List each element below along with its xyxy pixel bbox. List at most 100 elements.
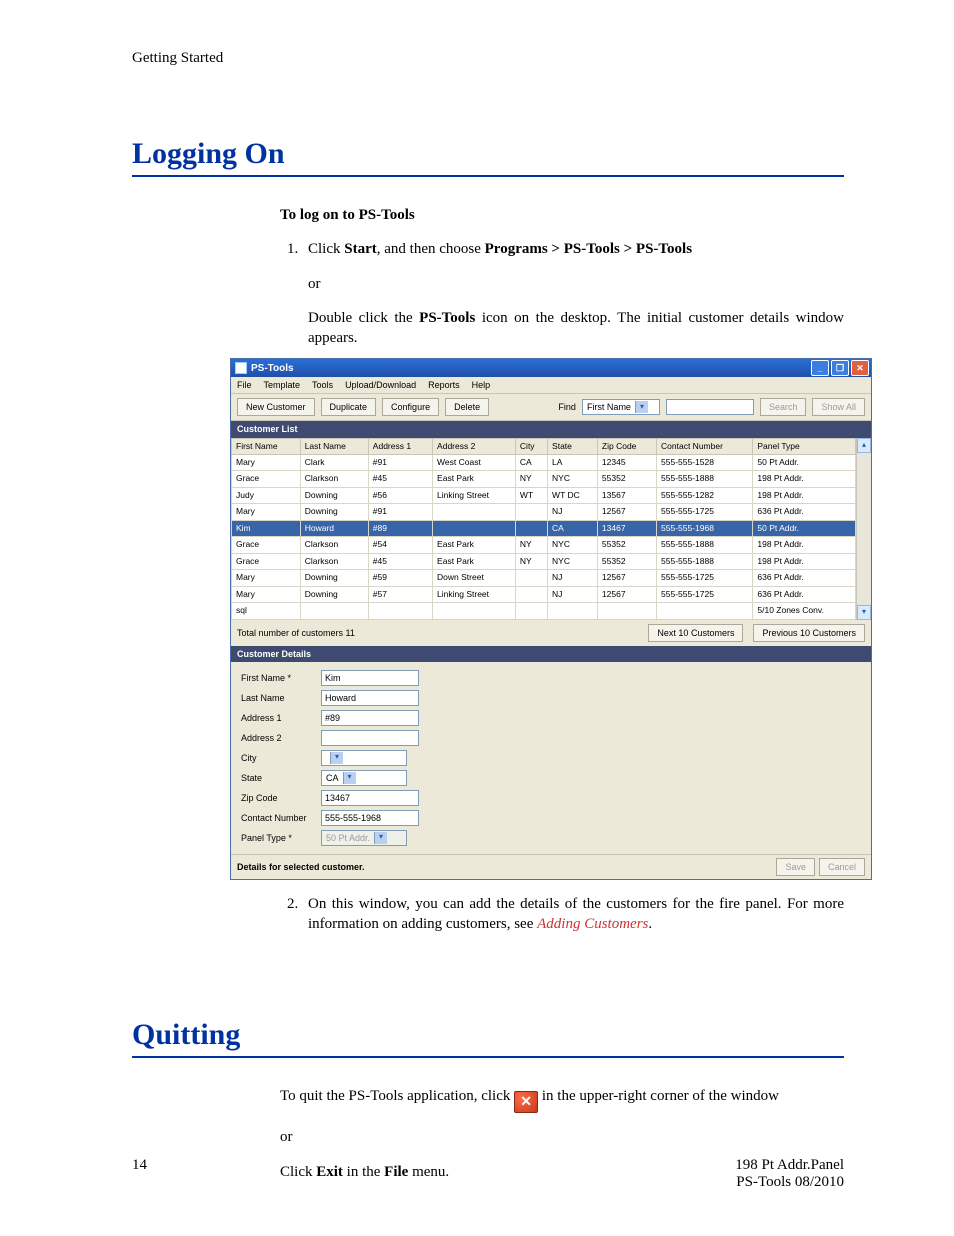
table-cell: Kim xyxy=(232,520,301,536)
table-row[interactable]: MaryDowning#59Down StreetNJ12567555-555-… xyxy=(232,570,856,586)
state-dropdown[interactable]: CA▾ xyxy=(321,770,407,786)
scroll-up-icon[interactable]: ▴ xyxy=(857,438,871,453)
menu-tools[interactable]: Tools xyxy=(312,379,333,391)
configure-button[interactable]: Configure xyxy=(382,398,439,416)
table-cell: Mary xyxy=(232,455,301,471)
table-cell: 12567 xyxy=(597,586,656,602)
panel-type-dropdown[interactable]: 50 Pt Addr.▾ xyxy=(321,830,407,846)
table-cell: 12345 xyxy=(597,455,656,471)
table-cell: Linking Street xyxy=(433,487,516,503)
scrollbar[interactable]: ▴ ▾ xyxy=(856,438,871,620)
table-row[interactable]: sql5/10 Zones Conv. xyxy=(232,603,856,619)
column-header[interactable]: Last Name xyxy=(300,438,368,454)
or: or xyxy=(280,1127,844,1147)
table-cell: #91 xyxy=(368,455,432,471)
contact-number-field[interactable]: 555-555-1968 xyxy=(321,810,419,826)
scroll-down-icon[interactable]: ▾ xyxy=(857,605,871,620)
column-header[interactable]: First Name xyxy=(232,438,301,454)
address1-field[interactable]: #89 xyxy=(321,710,419,726)
table-row[interactable]: GraceClarkson#54East ParkNYNYC55352555-5… xyxy=(232,537,856,553)
table-cell xyxy=(433,504,516,520)
table-cell: 555-555-1725 xyxy=(657,570,753,586)
table-cell: Clarkson xyxy=(300,553,368,569)
table-cell: Downing xyxy=(300,487,368,503)
table-cell: 555-555-1968 xyxy=(657,520,753,536)
menu-template[interactable]: Template xyxy=(264,379,301,391)
table-cell xyxy=(597,603,656,619)
search-button[interactable]: Search xyxy=(760,398,807,416)
menu-file[interactable]: File xyxy=(237,379,252,391)
text: Double click the xyxy=(308,310,419,326)
cancel-button[interactable]: Cancel xyxy=(819,858,865,876)
address2-field[interactable] xyxy=(321,730,419,746)
column-header[interactable]: Address 1 xyxy=(368,438,432,454)
table-cell: Downing xyxy=(300,504,368,520)
prev-customers-button[interactable]: Previous 10 Customers xyxy=(753,624,865,642)
text: PS-Tools xyxy=(419,310,475,326)
table-cell: 555-555-1888 xyxy=(657,553,753,569)
find-field-dropdown[interactable]: First Name ▾ xyxy=(582,399,660,415)
text: in the upper-right corner of the window xyxy=(542,1088,779,1104)
table-cell: Judy xyxy=(232,487,301,503)
show-all-button[interactable]: Show All xyxy=(812,398,865,416)
maximize-icon[interactable]: ❐ xyxy=(831,360,849,376)
minimize-icon[interactable]: _ xyxy=(811,360,829,376)
link-adding-customers[interactable]: Adding Customers xyxy=(537,916,648,932)
table-cell: Howard xyxy=(300,520,368,536)
zip-field[interactable]: 13467 xyxy=(321,790,419,806)
last-name-label: Last Name xyxy=(241,692,321,704)
column-header[interactable]: City xyxy=(515,438,547,454)
table-cell: NYC xyxy=(548,537,598,553)
table-cell xyxy=(515,603,547,619)
next-customers-button[interactable]: Next 10 Customers xyxy=(648,624,743,642)
table-cell: NY xyxy=(515,537,547,553)
table-cell: LA xyxy=(548,455,598,471)
table-cell: Mary xyxy=(232,570,301,586)
table-row[interactable]: KimHoward#89CA13467555-555-196850 Pt Add… xyxy=(232,520,856,536)
table-cell: #45 xyxy=(368,471,432,487)
status-text: Details for selected customer. xyxy=(237,861,365,873)
table-row[interactable]: GraceClarkson#45East ParkNYNYC55352555-5… xyxy=(232,553,856,569)
new-customer-button[interactable]: New Customer xyxy=(237,398,315,416)
table-row[interactable]: MaryDowning#57Linking StreetNJ12567555-5… xyxy=(232,586,856,602)
first-name-field[interactable]: Kim xyxy=(321,670,419,686)
zip-label: Zip Code xyxy=(241,792,321,804)
column-header[interactable]: Contact Number xyxy=(657,438,753,454)
table-cell xyxy=(368,603,432,619)
table-cell: 12567 xyxy=(597,570,656,586)
table-row[interactable]: JudyDowning#56Linking StreetWTWT DC13567… xyxy=(232,487,856,503)
column-header[interactable]: State xyxy=(548,438,598,454)
table-cell: 55352 xyxy=(597,553,656,569)
running-head: Getting Started xyxy=(132,50,844,67)
last-name-field[interactable]: Howard xyxy=(321,690,419,706)
table-row[interactable]: MaryClark#91West CoastCALA12345555-555-1… xyxy=(232,455,856,471)
customer-table: First NameLast NameAddress 1Address 2Cit… xyxy=(231,438,856,620)
table-cell: East Park xyxy=(433,553,516,569)
save-button[interactable]: Save xyxy=(776,858,815,876)
duplicate-button[interactable]: Duplicate xyxy=(321,398,377,416)
menu-help[interactable]: Help xyxy=(472,379,491,391)
table-cell: East Park xyxy=(433,471,516,487)
column-header[interactable]: Address 2 xyxy=(433,438,516,454)
rule xyxy=(132,1056,844,1058)
address2-label: Address 2 xyxy=(241,732,321,744)
table-row[interactable]: GraceClarkson#45East ParkNYNYC55352555-5… xyxy=(232,471,856,487)
delete-button[interactable]: Delete xyxy=(445,398,489,416)
column-header[interactable]: Panel Type xyxy=(753,438,856,454)
table-cell: sql xyxy=(232,603,301,619)
step-2: On this window, you can add the details … xyxy=(302,894,844,935)
scroll-track[interactable] xyxy=(857,453,871,605)
city-dropdown[interactable]: ▾ xyxy=(321,750,407,766)
table-row[interactable]: MaryDowning#91NJ12567555-555-1725636 Pt … xyxy=(232,504,856,520)
table-cell: Clarkson xyxy=(300,471,368,487)
text: Programs > PS-Tools > PS-Tools xyxy=(485,241,692,257)
table-cell: NYC xyxy=(548,553,598,569)
close-icon[interactable]: ✕ xyxy=(851,360,869,376)
column-header[interactable]: Zip Code xyxy=(597,438,656,454)
titlebar: PS-Tools _ ❐ ✕ xyxy=(231,359,871,377)
table-cell: NY xyxy=(515,553,547,569)
menu-reports[interactable]: Reports xyxy=(428,379,460,391)
menu-upload-download[interactable]: Upload/Download xyxy=(345,379,416,391)
find-input[interactable] xyxy=(666,399,754,415)
table-cell: 636 Pt Addr. xyxy=(753,504,856,520)
